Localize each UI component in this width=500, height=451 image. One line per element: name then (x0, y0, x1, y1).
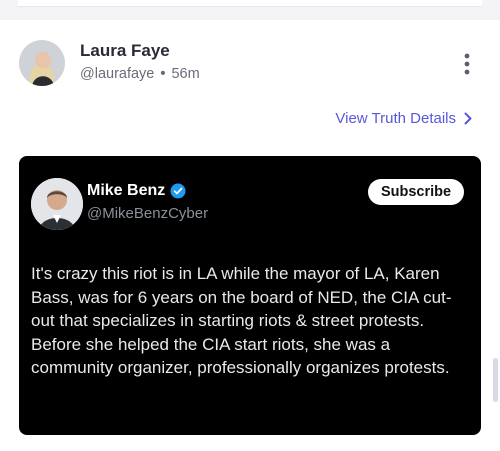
author-handle[interactable]: @laurafaye (80, 66, 154, 82)
embedded-post[interactable]: Mike Benz @MikeBenzCyber Subscribe It's … (19, 156, 481, 435)
chevron-right-icon (464, 112, 472, 125)
embed-post-text: It's crazy this riot is in LA while the … (31, 264, 452, 377)
more-vertical-icon (464, 53, 470, 75)
post-timestamp: 56m (171, 66, 200, 82)
subscribe-button[interactable]: Subscribe (368, 179, 464, 205)
scrollbar-thumb[interactable] (493, 358, 498, 402)
embed-author-handle[interactable]: @MikeBenzCyber (87, 205, 208, 222)
author-meta: @laurafaye • 56m (80, 66, 200, 82)
view-truth-details-label: View Truth Details (335, 110, 456, 127)
meta-separator: • (160, 66, 166, 82)
author-avatar[interactable] (19, 40, 65, 86)
previous-post-card-edge (18, 0, 482, 7)
author-name[interactable]: Laura Faye (80, 41, 170, 61)
embed-author-avatar[interactable] (31, 178, 83, 230)
more-options-button[interactable] (457, 50, 477, 78)
verified-badge-icon (170, 183, 186, 199)
embed-author-name-row: Mike Benz (87, 182, 186, 200)
view-truth-details-link[interactable]: View Truth Details (335, 110, 472, 127)
post-card: Laura Faye @laurafaye • 56m View Truth D… (0, 20, 500, 451)
embed-author-name[interactable]: Mike Benz (87, 182, 165, 200)
